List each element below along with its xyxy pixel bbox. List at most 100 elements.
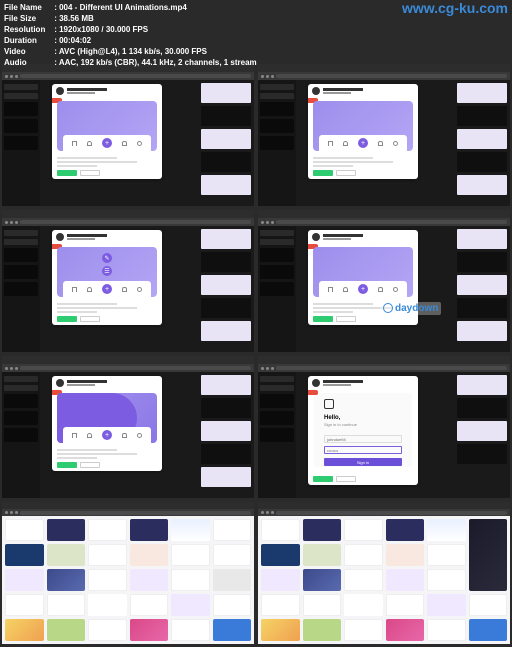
related-thumb[interactable] [457, 421, 507, 441]
sidebar-thumb[interactable] [260, 282, 294, 296]
gallery-item[interactable] [88, 594, 127, 616]
back-icon[interactable] [261, 75, 264, 78]
gallery-item[interactable] [427, 569, 466, 591]
forward-icon[interactable] [266, 75, 269, 78]
related-thumb[interactable] [457, 375, 507, 395]
sidebar-thumb[interactable] [260, 411, 294, 425]
download-button[interactable] [57, 462, 77, 468]
animation-preview[interactable]: + [57, 101, 157, 151]
related-thumb[interactable] [201, 398, 251, 418]
fab-option-1[interactable]: ✎ [102, 253, 112, 263]
gallery-item[interactable] [171, 569, 210, 591]
sidebar-thumb[interactable] [4, 428, 38, 442]
related-thumb[interactable] [201, 467, 251, 487]
address-bar[interactable] [258, 72, 510, 80]
plus-button[interactable]: + [102, 138, 112, 148]
gallery-item[interactable] [130, 594, 169, 616]
gallery-item[interactable] [303, 594, 342, 616]
sidebar-item[interactable] [260, 385, 294, 391]
avatar[interactable] [56, 379, 64, 387]
related-thumb[interactable] [201, 275, 251, 295]
gallery-item[interactable] [5, 544, 44, 566]
user-icon[interactable] [393, 141, 398, 146]
sidebar-thumb[interactable] [260, 248, 294, 262]
related-thumb[interactable] [201, 252, 251, 272]
animation-preview[interactable]: + [57, 393, 157, 443]
gallery-item[interactable] [427, 594, 466, 616]
browser-tabs[interactable] [2, 356, 254, 364]
gallery-item[interactable] [261, 594, 300, 616]
browser-tabs[interactable] [258, 356, 510, 364]
reload-icon[interactable] [15, 511, 18, 514]
reload-icon[interactable] [15, 367, 18, 370]
gallery-item[interactable] [5, 594, 44, 616]
related-thumb[interactable] [457, 444, 507, 464]
plus-button[interactable]: + [102, 284, 112, 294]
sidebar-thumb[interactable] [4, 411, 38, 425]
gallery-item[interactable] [213, 619, 252, 641]
back-icon[interactable] [261, 221, 264, 224]
reload-icon[interactable] [15, 221, 18, 224]
gallery-item[interactable] [261, 544, 300, 566]
home-icon[interactable] [72, 287, 77, 292]
url-field[interactable] [20, 511, 251, 515]
shot-card[interactable]: + [52, 376, 162, 471]
save-button[interactable] [336, 316, 356, 322]
related-thumb[interactable] [201, 375, 251, 395]
related-thumb[interactable] [201, 229, 251, 249]
related-thumb[interactable] [457, 152, 507, 172]
sidebar-thumb[interactable] [260, 119, 294, 133]
download-button[interactable] [57, 170, 77, 176]
sidebar-thumb[interactable] [4, 119, 38, 133]
related-thumb[interactable] [457, 298, 507, 318]
heart-icon[interactable] [87, 287, 92, 292]
related-thumb[interactable] [201, 175, 251, 195]
gallery-item[interactable] [469, 619, 508, 641]
related-thumb[interactable] [457, 398, 507, 418]
fab-option-2[interactable]: ☰ [102, 266, 112, 276]
save-button[interactable] [336, 170, 356, 176]
sidebar-thumb[interactable] [4, 248, 38, 262]
home-icon[interactable] [328, 287, 333, 292]
gallery-item[interactable] [88, 544, 127, 566]
sidebar-item[interactable] [4, 230, 38, 236]
home-icon[interactable] [72, 433, 77, 438]
plus-button[interactable]: + [102, 430, 112, 440]
gallery-item[interactable] [303, 544, 342, 566]
bell-icon[interactable] [122, 141, 127, 146]
avatar[interactable] [56, 87, 64, 95]
related-thumb[interactable] [201, 106, 251, 126]
related-thumb[interactable] [201, 321, 251, 341]
gallery-item[interactable] [213, 594, 252, 616]
bell-icon[interactable] [378, 141, 383, 146]
gallery-item[interactable] [171, 619, 210, 641]
download-button[interactable] [57, 316, 77, 322]
bell-icon[interactable] [122, 433, 127, 438]
animation-preview[interactable]: + [313, 101, 413, 151]
sidebar-item[interactable] [4, 385, 38, 391]
gallery-item[interactable] [261, 519, 300, 541]
shot-card[interactable]: + [52, 84, 162, 179]
forward-icon[interactable] [10, 511, 13, 514]
back-icon[interactable] [261, 511, 264, 514]
related-thumb[interactable] [457, 252, 507, 272]
avatar[interactable] [312, 87, 320, 95]
back-icon[interactable] [5, 75, 8, 78]
back-icon[interactable] [261, 367, 264, 370]
browser-tabs[interactable] [258, 210, 510, 218]
avatar[interactable] [312, 379, 320, 387]
forward-icon[interactable] [10, 221, 13, 224]
gallery-item[interactable] [261, 569, 300, 591]
url-field[interactable] [20, 366, 251, 370]
video-overlay[interactable] [469, 519, 508, 591]
reload-icon[interactable] [271, 75, 274, 78]
sidebar-item[interactable] [260, 376, 294, 382]
gallery-item[interactable] [88, 569, 127, 591]
back-icon[interactable] [5, 367, 8, 370]
gallery-item[interactable] [427, 544, 466, 566]
gallery-item[interactable] [386, 619, 425, 641]
related-thumb[interactable] [201, 152, 251, 172]
gallery-item[interactable] [469, 594, 508, 616]
gallery-item[interactable] [171, 594, 210, 616]
sidebar-item[interactable] [260, 230, 294, 236]
